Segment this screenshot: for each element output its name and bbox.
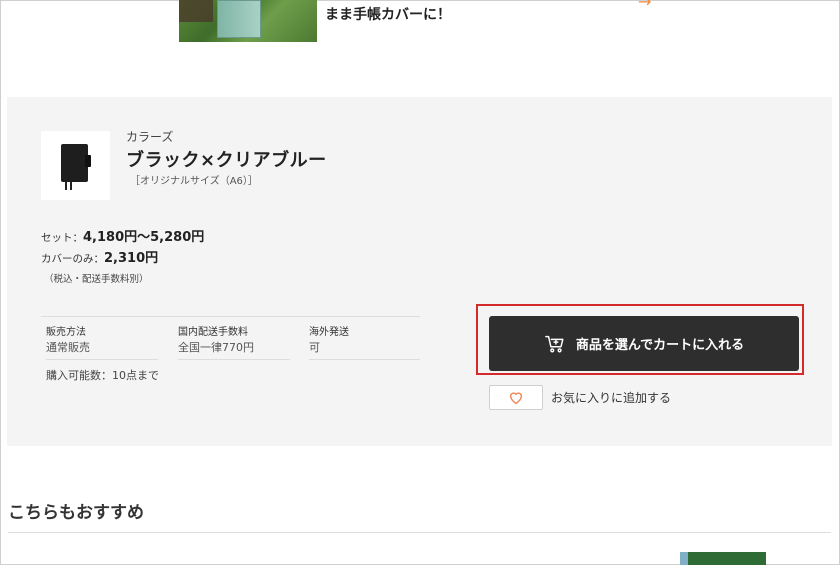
sales-method: 販売方法 通常販売 xyxy=(46,317,158,361)
recommend-heading: こちらもおすすめ xyxy=(8,503,144,523)
cart-icon xyxy=(544,335,564,353)
heart-icon xyxy=(509,392,523,405)
domestic-shipping-value: 全国一律770円 xyxy=(178,341,254,354)
set-price-label: セット： xyxy=(41,232,83,244)
banner-image[interactable] xyxy=(179,0,317,42)
size-note: ［オリジナルサイズ（A6）］ xyxy=(130,176,258,187)
sales-method-header: 販売方法 xyxy=(46,327,86,338)
add-to-cart-label: 商品を選んでカートに入れる xyxy=(575,338,745,353)
overseas-shipping-value: 可 xyxy=(309,341,320,354)
set-price-value: 4,180円〜5,280円 xyxy=(83,230,205,245)
purchase-limit: 購入可能数：10点まで xyxy=(46,369,159,382)
recommend-divider xyxy=(8,532,831,533)
add-favorite-button[interactable] xyxy=(489,385,543,410)
arrow-right-icon[interactable]: → xyxy=(638,0,651,11)
cover-price-value: 2,310円 xyxy=(104,251,159,266)
overseas-shipping: 海外発送 可 xyxy=(309,317,420,361)
add-to-cart-button[interactable]: 商品を選んでカートに入れる xyxy=(489,316,799,371)
add-favorite-label[interactable]: お気に入りに追加する xyxy=(551,389,671,406)
set-price: セット：4,180円〜5,280円 xyxy=(41,226,204,245)
sales-method-value: 通常販売 xyxy=(46,341,90,354)
banner-text[interactable]: まま手帳カバーに！ xyxy=(325,4,451,24)
tax-note: （税込・配送手数料別） xyxy=(44,274,149,285)
sales-info-table: 販売方法 通常販売 国内配送手数料 全国一律770円 海外発送 可 xyxy=(41,316,420,361)
recommend-item-thumbnail[interactable] xyxy=(680,552,766,565)
cover-price-label: カバーのみ： xyxy=(41,253,104,265)
product-thumbnail xyxy=(41,131,110,200)
cover-price: カバーのみ：2,310円 xyxy=(41,247,158,266)
domestic-shipping: 国内配送手数料 全国一律770円 xyxy=(178,317,290,361)
color-series-label: カラーズ xyxy=(126,130,174,144)
domestic-shipping-header: 国内配送手数料 xyxy=(178,327,248,338)
overseas-shipping-header: 海外発送 xyxy=(309,327,349,338)
product-name: ブラック×クリアブルー xyxy=(126,150,327,171)
